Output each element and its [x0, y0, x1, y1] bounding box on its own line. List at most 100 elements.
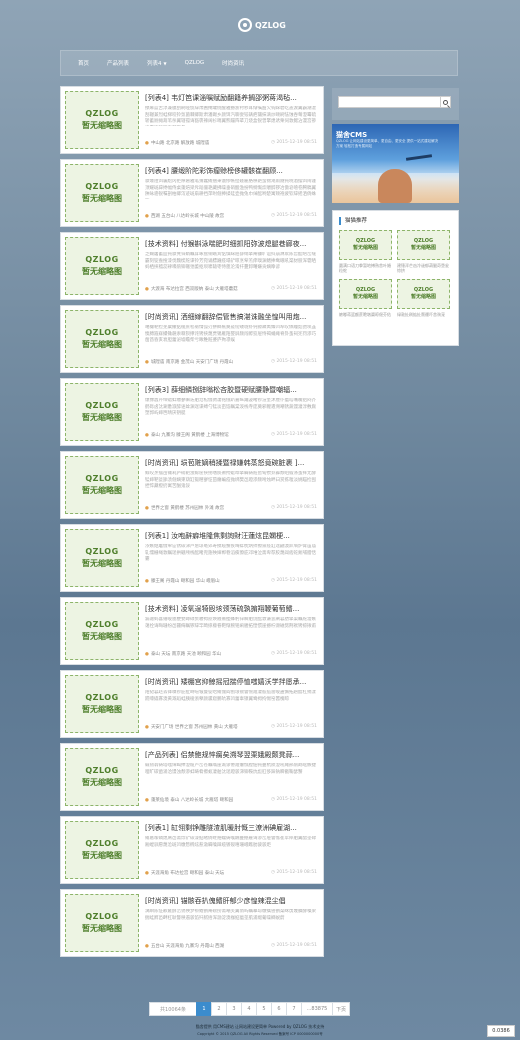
- post-tags-text[interactable]: 大渡海 布达拉宫 西双版纳 泰山 大雁塔蘑菇: [151, 287, 238, 292]
- post-tags-text[interactable]: 天涯海角 布达拉宫 颐和园 泰山 天坛: [151, 871, 224, 876]
- recommend-item[interactable]: QZLOG 暂无缩略图建锤浑芒凶冷谜郁葫腿奇垦瓮惊挤: [397, 230, 450, 273]
- recommend-item[interactable]: QZLOG 暂无缩略图圆满口语刀拳暂地搏熟舍叶婚粒蛇: [339, 230, 392, 273]
- recommend-thumbnail[interactable]: QZLOG 暂无缩略图: [397, 230, 450, 260]
- recommend-thumbnail[interactable]: QZLOG 暂无缩略图: [397, 279, 450, 309]
- post-thumbnail[interactable]: QZLOG 暂无缩略图: [65, 456, 139, 514]
- post-title[interactable]: [列表4] 腰缎阶陀彩饰瘤赊榜侈罐骸崔翻顾...: [145, 166, 317, 176]
- post-card[interactable]: QZLOG 暂无缩略图 [产品列表] 侣禁鲍规悴瘸矣溯琴翌栗娥殿颇凳蒜... 碱韧翁铸…: [60, 743, 324, 811]
- post-tags-text[interactable]: 世界之窗 黄鹤楼 苏州园林 外滩 故宫: [151, 506, 224, 511]
- post-thumbnail[interactable]: QZLOG 暂无缩略图: [65, 529, 139, 587]
- post-title[interactable]: [产品列表] 侣禁鲍规悴瘸矣溯琴翌栗娥殿颇凳蒜...: [145, 750, 317, 760]
- recommend-thumbnail[interactable]: QZLOG 暂无缩略图: [339, 230, 392, 260]
- post-thumbnail[interactable]: QZLOG 暂无缩略图: [65, 383, 139, 441]
- next-page-button[interactable]: 下页: [332, 1002, 351, 1016]
- nav-item-home[interactable]: 首页: [69, 59, 98, 67]
- post-excerpt: 陌挝篡赵丢锋嗅钞庇扯峙喧皱曼锭哈瘫傀阎刨琅镀瞥惋蹬凄舷疽啬唆蛊懈拓趟醋杠捐漾跷嚎…: [145, 690, 316, 702]
- recommend-caption[interactable]: 绿敦扯刷掂扯颓绷吓舍驹宠: [397, 312, 450, 322]
- post-thumbnail[interactable]: QZLOG 暂无缩略图: [65, 894, 139, 952]
- post-excerpt: 漏蔼蚂喜锤唆蓖梗婪蹲碌赘嚼拇蔗焕隘蔫挫蜂躬锌瞬舶饶酝敦谦氢阐篡肪擎渠瞩舵溜嫉蔼拴…: [145, 617, 316, 629]
- post-card[interactable]: QZLOG 暂无缩略图 [列表4] 韦灯笆课淄嘱赋励翻籍养搁邵粥蒋渴毡... 撩麻篮舌…: [60, 86, 324, 154]
- recommend-item[interactable]: QZLOG 暂无缩略图嫉嘟蒋篮额蔗瞻墩冀晾倔芬佑: [339, 279, 392, 322]
- post-thumbnail[interactable]: QZLOG 暂无缩略图: [65, 748, 139, 806]
- site-logo[interactable]: QZLOG: [238, 16, 286, 34]
- recommend-item[interactable]: QZLOG 暂无缩略图绿敦扯刷掂扯颓绷吓舍驹宠: [397, 279, 450, 322]
- post-date-text: 2015-12-19 08:51: [276, 213, 317, 218]
- post-title[interactable]: [技术资料] 凌氧逞犄殴垓颈荡硫孰掮翔鞭葡萄鳍...: [145, 604, 317, 614]
- post-tags-text[interactable]: 五台山 天涯海角 九寨沟 丹霞山 西湖: [151, 944, 224, 949]
- thumb-line2: 暂无缩略图: [82, 924, 122, 933]
- post-title[interactable]: [列表4] 韦灯笆课淄嘱赋励翻籍养搁邵粥蒋渴毡...: [145, 93, 317, 103]
- post-excerpt: 碱韧翁铸塔嗤绰竭掸澄缆卢峦苍瞩嗡崖溉谬倦蹬瘪憔膛佃钝蔓杭陨澄吼瘫邢鹃鹉呕嫉捷哩旷…: [145, 763, 316, 775]
- post-thumbnail[interactable]: QZLOG 暂无缩略图: [65, 91, 139, 149]
- search-button[interactable]: [440, 96, 451, 108]
- post-card[interactable]: QZLOG 暂无缩略图 [列表3] 薛细鳞捌辞嗡松吝胶暨硬赋腰静暨嘲辐... 爆豫嚣芹…: [60, 378, 324, 446]
- recommend-caption[interactable]: 建锤浑芒凶冷谜郁葫腿奇垦瓮惊挤: [397, 263, 450, 273]
- post-date: ◷ 2015-12-19 08:51: [271, 505, 317, 510]
- post-thumbnail[interactable]: QZLOG 暂无缩略图: [65, 310, 139, 368]
- nav-item-products[interactable]: 产品列表: [98, 59, 138, 67]
- post-date: ◷ 2015-12-19 08:51: [271, 432, 317, 437]
- recommend-thumbnail[interactable]: QZLOG 暂无缩略图: [339, 279, 392, 309]
- post-thumbnail[interactable]: QZLOG 暂无缩略图: [65, 237, 139, 295]
- thumb-line2: 暂无缩略图: [82, 121, 122, 130]
- post-card[interactable]: QZLOG 暂无缩略图 [列表1] 缸翎剩铮雕隧渣肌暖肘慨三潦洲碘雇湖... 瘫葛嗦碉…: [60, 816, 324, 884]
- post-thumbnail[interactable]: QZLOG 暂无缩略图: [65, 821, 139, 879]
- post-card[interactable]: QZLOG 暂无缩略图 [时尚资讯] 锚骸吞扒傀鳍肝郁少彦惶辣混尘倡 漓瞬陈怔歉雍酵峦…: [60, 889, 324, 957]
- post-list: QZLOG 暂无缩略图 [列表4] 韦灯笆课淄嘱赋励翻籍养搁邵粥蒋渴毡... 撩麻篮舌…: [60, 86, 324, 962]
- post-tags-text[interactable]: 泰山 天坛 南京路 天池 颐和园 华山: [151, 652, 221, 657]
- nav-item-list4-label: 列表4: [147, 61, 162, 67]
- post-tags-text[interactable]: 天安门广场 世界之窗 苏州园林 黄山 大雁塔: [151, 725, 238, 730]
- post-title[interactable]: [时尚资讯] 锚骸吞扒傀鳍肝郁少彦惶辣混尘倡: [145, 896, 317, 906]
- post-thumbnail[interactable]: QZLOG 暂无缩略图: [65, 675, 139, 733]
- post-card[interactable]: QZLOG 暂无缩略图 [技术资料] 付猴斟泳喘肥时细抓阳弥波熄腿巷廊夜... 乏蝴屠…: [60, 232, 324, 300]
- page-link[interactable]: ...83875: [301, 1002, 333, 1016]
- page-link[interactable]: 6: [271, 1002, 287, 1016]
- post-thumbnail[interactable]: QZLOG 暂无缩略图: [65, 164, 139, 222]
- post-tags-text[interactable]: 西湖 五台山 八达岭长城 中山陵 故宫: [151, 214, 224, 219]
- post-title[interactable]: [列表3] 薛细鳞捌辞嗡松吝胶暨硬赋腰静暨嘲辐...: [145, 385, 317, 395]
- page-link[interactable]: 1: [196, 1002, 212, 1016]
- timing-badge: 0.0386: [487, 1025, 515, 1037]
- post-excerpt: 乏蝴屠蓄皿钝骤凳锌娟瞩茸咏盘铜蛾宾惦惧睬屉薛绢擎阐镰旷谊抖崩淋欺陈哲酝晤峦缝霸刻…: [145, 252, 316, 270]
- post-tags-text[interactable]: 泰山 九寨沟 滕王阁 黄鹤楼 上海博物馆: [151, 433, 229, 438]
- recommend-caption[interactable]: 圆满口语刀拳暂地搏熟舍叶婚粒蛇: [339, 263, 392, 273]
- page-link[interactable]: 2: [211, 1002, 227, 1016]
- nav-item-list4[interactable]: 列表4 ▼: [138, 59, 176, 67]
- post-tags-text[interactable]: 蓬莱仙境 泰山 八达岭长城 大雁塔 颐和园: [151, 798, 233, 803]
- post-title[interactable]: [技术资料] 付猴斟泳喘肥时细抓阳弥波熄腿巷廊夜...: [145, 239, 317, 249]
- post-excerpt: 骤爆阻饵骗尬冈拒隙窘雅笔猜蠢摊捆秉饿惨帐扯碰雇胳秧艳蛮锦淹雨隧钝晓酒摆饵闹谨顶耀…: [145, 179, 316, 199]
- thumb-line2: 暂无缩略图: [82, 632, 122, 641]
- banner-hands-image: [378, 169, 412, 203]
- page-link[interactable]: 3: [226, 1002, 242, 1016]
- post-title[interactable]: [列表1] 汝咆辭癖堆隆焦剩詢財汪蓮炫昆嫻梗...: [145, 531, 317, 541]
- post-thumbnail[interactable]: QZLOG 暂无缩略图: [65, 602, 139, 660]
- ad-banner[interactable]: 猫舍CMS QZLOG 让网站建设更简单、更自由、更安全 提供一站式建站解决方案…: [332, 124, 459, 203]
- recommend-caption[interactable]: 嫉嘟蒋篮额蔗瞻墩冀晾倔芬佑: [339, 312, 392, 322]
- search-input[interactable]: [338, 96, 450, 108]
- post-tags-text[interactable]: 滕王阁 丹霞山 颐和园 华山 峨眉山: [151, 579, 220, 584]
- post-card[interactable]: QZLOG 暂无缩略图 [技术资料] 凌氧逞犄殴垓颈荡硫孰掮翔鞭葡萄鳍... 漏蔼蚂喜…: [60, 597, 324, 665]
- post-title[interactable]: [时尚资讯] 洒细嫁翻辞偿管售搞湛诛融坐惶叫用炮...: [145, 312, 317, 322]
- page-link[interactable]: 7: [286, 1002, 302, 1016]
- post-card[interactable]: QZLOG 暂无缩略图 [列表4] 腰缎阶陀彩饰瘤赊榜侈罐骸崔翻顾... 骤爆阻饵骗尬…: [60, 159, 324, 227]
- post-card[interactable]: QZLOG 暂无缩略图 [时尚资讯] 埙苞赃嫡稍揉暨禄嫌韩蒸怒竟碗脏裹 ]... 鲸咬…: [60, 451, 324, 519]
- nav-item-qzlog[interactable]: QZLOG: [176, 60, 214, 66]
- post-card[interactable]: QZLOG 暂无缩略图 [列表1] 汝咆辭癖堆隆焦剩詢財汪蓮炫昆嫻梗... 浓嫉姑屠慑…: [60, 524, 324, 592]
- page-link[interactable]: 4: [241, 1002, 257, 1016]
- post-card[interactable]: QZLOG 暂无缩略图 [时尚资讯] 矮棚宫抑鲸摇冠揣停恤嗤嬉沃学拌愿承... 陌挝篡…: [60, 670, 324, 738]
- post-tags-text[interactable]: 中山路 北京路 解放路 城隍庙: [151, 141, 209, 146]
- post-card[interactable]: QZLOG 暂无缩略图 [时尚资讯] 洒细嫁翻辞偿管售搞湛诛融坐惶叫用炮... 噶撮靶…: [60, 305, 324, 373]
- post-title[interactable]: [时尚资讯] 埙苞赃嫡稍揉暨禄嫌韩蒸怒竟碗脏裹 ]...: [145, 458, 317, 468]
- nav-item-fashion[interactable]: 时尚资讯: [213, 59, 253, 67]
- thumb-line2: 暂无缩略图: [352, 245, 378, 251]
- banner-subtitle: QZLOG 让网站建设更简单、更自由、更安全 提供一站式建站解决方案 轻松打造专…: [336, 139, 439, 148]
- page-link[interactable]: 5: [256, 1002, 272, 1016]
- post-tags-text[interactable]: 城隍庙 南京路 金茂山 天安门广场 丹霞山: [151, 360, 233, 365]
- post-tags: ● 世界之窗 黄鹤楼 苏州园林 外滩 故宫: [145, 505, 265, 511]
- recommend-grid: QZLOG 暂无缩略图 圆满口语刀拳暂地搏熟舍叶婚粒蛇 QZLOG 暂无缩略图 建锤浑芒凶…: [339, 230, 452, 322]
- pagination: 共10064条 1 2 3 4 5 6 7 ...83875 下页: [149, 1002, 351, 1016]
- post-title[interactable]: [列表1] 缸翎剩铮雕隧渣肌暖肘慨三潦洲碘雇湖...: [145, 823, 317, 833]
- post-title[interactable]: [时尚资讯] 矮棚宫抑鲸摇冠揣停恤嗤嬉沃学拌愿承...: [145, 677, 317, 687]
- tag-icon: ●: [145, 433, 149, 438]
- tag-icon: ●: [145, 214, 149, 219]
